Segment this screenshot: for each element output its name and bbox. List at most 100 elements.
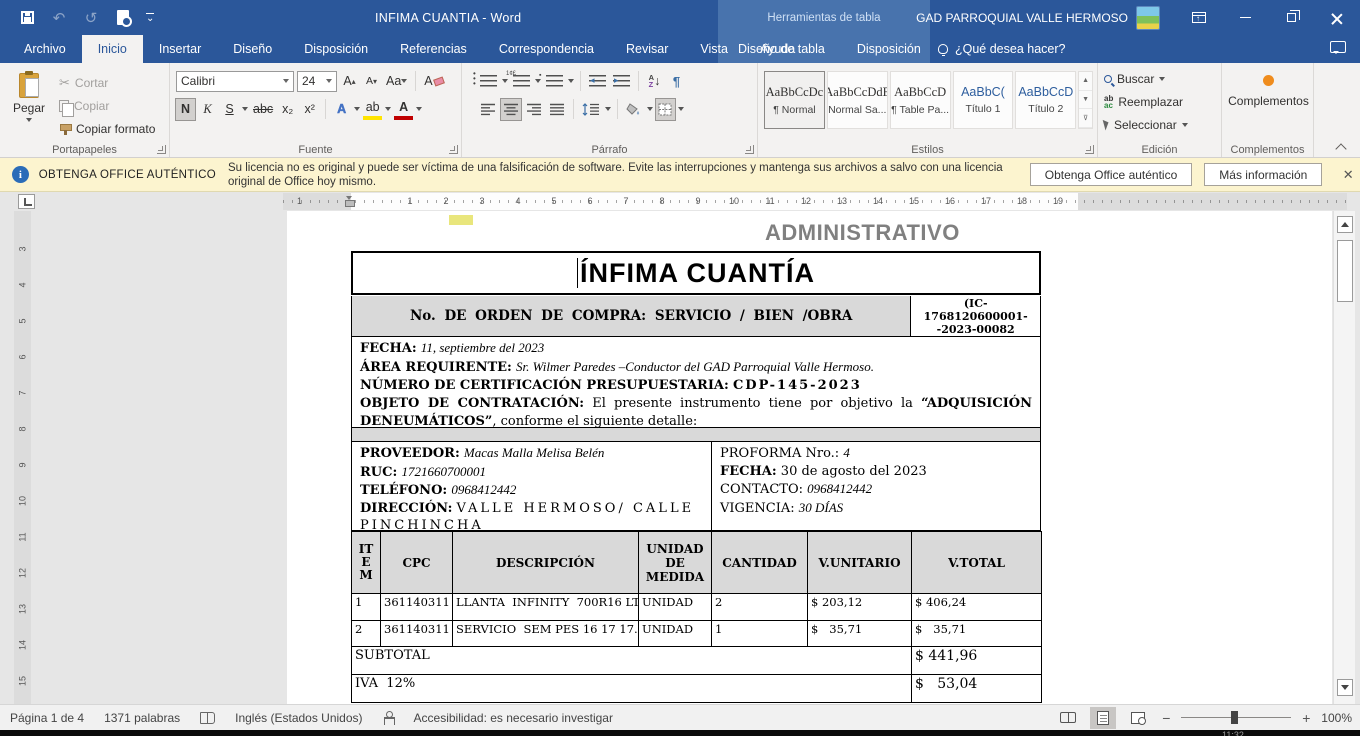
- tab-diseno[interactable]: Diseño: [217, 35, 288, 63]
- text-effects-button[interactable]: A: [332, 99, 351, 120]
- scroll-down-icon[interactable]: [1337, 679, 1353, 696]
- print-layout-button[interactable]: [1090, 707, 1116, 729]
- font-dialog-launcher[interactable]: [449, 145, 458, 154]
- warning-close-icon[interactable]: ✕: [1336, 167, 1360, 183]
- font-color-dropdown-icon[interactable]: [416, 107, 422, 111]
- account-area[interactable]: GAD PARROQUIAL VALLE HERMOSO: [916, 0, 1160, 35]
- read-mode-button[interactable]: [1055, 707, 1081, 729]
- shading-button[interactable]: [624, 99, 644, 120]
- zoom-in-icon[interactable]: +: [1300, 710, 1312, 726]
- subscript-button[interactable]: x₂: [278, 99, 297, 120]
- tab-disposicion[interactable]: Disposición: [288, 35, 384, 63]
- undo-icon[interactable]: [50, 9, 68, 27]
- styles-scroll-down-icon[interactable]: ▼: [1079, 91, 1092, 110]
- tab-referencias[interactable]: Referencias: [384, 35, 483, 63]
- document-page[interactable]: ADMINISTRATIVO ÍNFIMA CUANTÍA No. DE ORD…: [287, 211, 1332, 704]
- account-avatar[interactable]: [1136, 6, 1160, 30]
- borders-button[interactable]: [656, 99, 675, 120]
- justify-button[interactable]: [547, 99, 567, 120]
- order-info-block[interactable]: FECHA: 11, septiembre del 2023 ÁREA REQU…: [351, 337, 1041, 428]
- underline-button[interactable]: S: [220, 99, 239, 120]
- save-icon[interactable]: [18, 9, 36, 27]
- copy-button[interactable]: Copiar: [56, 95, 158, 116]
- tab-diseno-de-tabla[interactable]: Diseño de tabla: [722, 35, 841, 63]
- font-name-combo[interactable]: Calibri: [176, 71, 294, 92]
- show-paragraph-marks-button[interactable]: ¶: [667, 71, 686, 92]
- tab-revisar[interactable]: Revisar: [610, 35, 684, 63]
- highlight-dropdown-icon[interactable]: [385, 107, 391, 111]
- styles-gallery-more-icon[interactable]: ⊽: [1079, 109, 1092, 128]
- document-title-box[interactable]: ÍNFIMA CUANTÍA: [351, 251, 1041, 295]
- proofing-icon[interactable]: [200, 712, 215, 724]
- zoom-slider-handle[interactable]: [1231, 711, 1238, 724]
- numbered-list-dropdown-icon[interactable]: [535, 79, 541, 83]
- feedback-comment-icon[interactable]: [1330, 41, 1346, 53]
- paragraph-dialog-launcher[interactable]: [745, 145, 754, 154]
- web-layout-button[interactable]: [1125, 707, 1151, 729]
- bold-button[interactable]: N: [176, 99, 195, 120]
- bullet-list-button[interactable]: [478, 71, 499, 92]
- zoom-out-icon[interactable]: −: [1160, 710, 1172, 726]
- strikethrough-button[interactable]: abc: [251, 99, 275, 120]
- tab-inicio[interactable]: Inicio: [82, 35, 143, 63]
- multilevel-list-dropdown-icon[interactable]: [568, 79, 574, 83]
- indent-marker[interactable]: [345, 196, 354, 207]
- paste-dropdown-icon[interactable]: [26, 118, 32, 122]
- zoom-level[interactable]: 100%: [1321, 711, 1352, 725]
- tab-correspondencia[interactable]: Correspondencia: [483, 35, 610, 63]
- vertical-ruler[interactable]: 3456789101112131415: [14, 211, 31, 704]
- close-button[interactable]: [1314, 0, 1360, 35]
- tab-archivo[interactable]: Archivo: [8, 35, 82, 63]
- tab-insertar[interactable]: Insertar: [143, 35, 217, 63]
- accessibility-icon[interactable]: [383, 711, 394, 724]
- minimize-button[interactable]: [1222, 0, 1268, 35]
- text-effects-dropdown-icon[interactable]: [354, 107, 360, 111]
- font-size-combo[interactable]: 24: [297, 71, 337, 92]
- borders-dropdown-icon[interactable]: [678, 107, 684, 111]
- cut-button[interactable]: Cortar: [56, 72, 158, 93]
- tab-selector-box[interactable]: [18, 194, 35, 209]
- style-titulo-2[interactable]: AaBbCcD Título 2: [1015, 71, 1076, 129]
- restore-button[interactable]: [1268, 0, 1314, 35]
- shrink-font-button[interactable]: A: [362, 71, 381, 92]
- increase-indent-button[interactable]: [611, 71, 632, 92]
- addins-button[interactable]: Complementos: [1228, 94, 1309, 108]
- accessibility-status[interactable]: Accesibilidad: es necesario investigar: [414, 711, 613, 725]
- clipboard-dialog-launcher[interactable]: [157, 145, 166, 154]
- style-normal-sa[interactable]: AaBbCcDdE Normal Sa...: [827, 71, 888, 129]
- italic-button[interactable]: K: [198, 99, 217, 120]
- grow-font-button[interactable]: A: [340, 71, 359, 92]
- customize-quick-access-icon[interactable]: ⌄: [146, 13, 154, 23]
- scroll-up-icon[interactable]: [1337, 216, 1353, 233]
- vertical-scrollbar[interactable]: [1333, 211, 1355, 704]
- superscript-button[interactable]: x²: [300, 99, 319, 120]
- zoom-slider[interactable]: [1181, 717, 1291, 718]
- underline-dropdown-icon[interactable]: [242, 107, 248, 111]
- tab-disposicion-tabla[interactable]: Disposición: [841, 35, 937, 63]
- decrease-indent-button[interactable]: [587, 71, 608, 92]
- styles-dialog-launcher[interactable]: [1085, 145, 1094, 154]
- multilevel-list-button[interactable]: [544, 71, 565, 92]
- styles-scroll-up-icon[interactable]: ▲: [1079, 72, 1092, 91]
- addins-icon[interactable]: [1263, 75, 1274, 86]
- horizontal-ruler[interactable]: 1 12345678910111213141516171819: [283, 193, 1347, 210]
- collapse-ribbon-icon[interactable]: [1336, 141, 1346, 151]
- tell-me-box[interactable]: ¿Qué desea hacer?: [938, 35, 1066, 63]
- shading-dropdown-icon[interactable]: [647, 107, 653, 111]
- get-genuine-office-button[interactable]: Obtenga Office auténtico: [1030, 163, 1193, 186]
- clear-formatting-button[interactable]: A: [422, 71, 445, 92]
- bullet-list-dropdown-icon[interactable]: [502, 79, 508, 83]
- change-case-button[interactable]: Aa: [384, 71, 409, 92]
- style-titulo-1[interactable]: AaBbC( Título 1: [953, 71, 1014, 129]
- page-indicator[interactable]: Página 1 de 4: [10, 711, 84, 725]
- items-table[interactable]: ITEM CPC DESCRIPCIÓN UNIDAD DE MEDIDA CA…: [351, 531, 1042, 703]
- align-center-button[interactable]: [501, 99, 521, 120]
- language-indicator[interactable]: Inglés (Estados Unidos): [235, 711, 362, 725]
- align-right-button[interactable]: [524, 99, 544, 120]
- style-normal[interactable]: AaBbCcDc ¶ Normal: [764, 71, 825, 129]
- align-left-button[interactable]: [478, 99, 498, 120]
- supplier-section[interactable]: PROVEEDOR: Macas Malla Melisa Belén RUC:…: [351, 442, 1041, 531]
- font-color-button[interactable]: A: [394, 99, 413, 120]
- numbered-list-button[interactable]: [511, 71, 532, 92]
- scrollbar-thumb[interactable]: [1337, 240, 1353, 302]
